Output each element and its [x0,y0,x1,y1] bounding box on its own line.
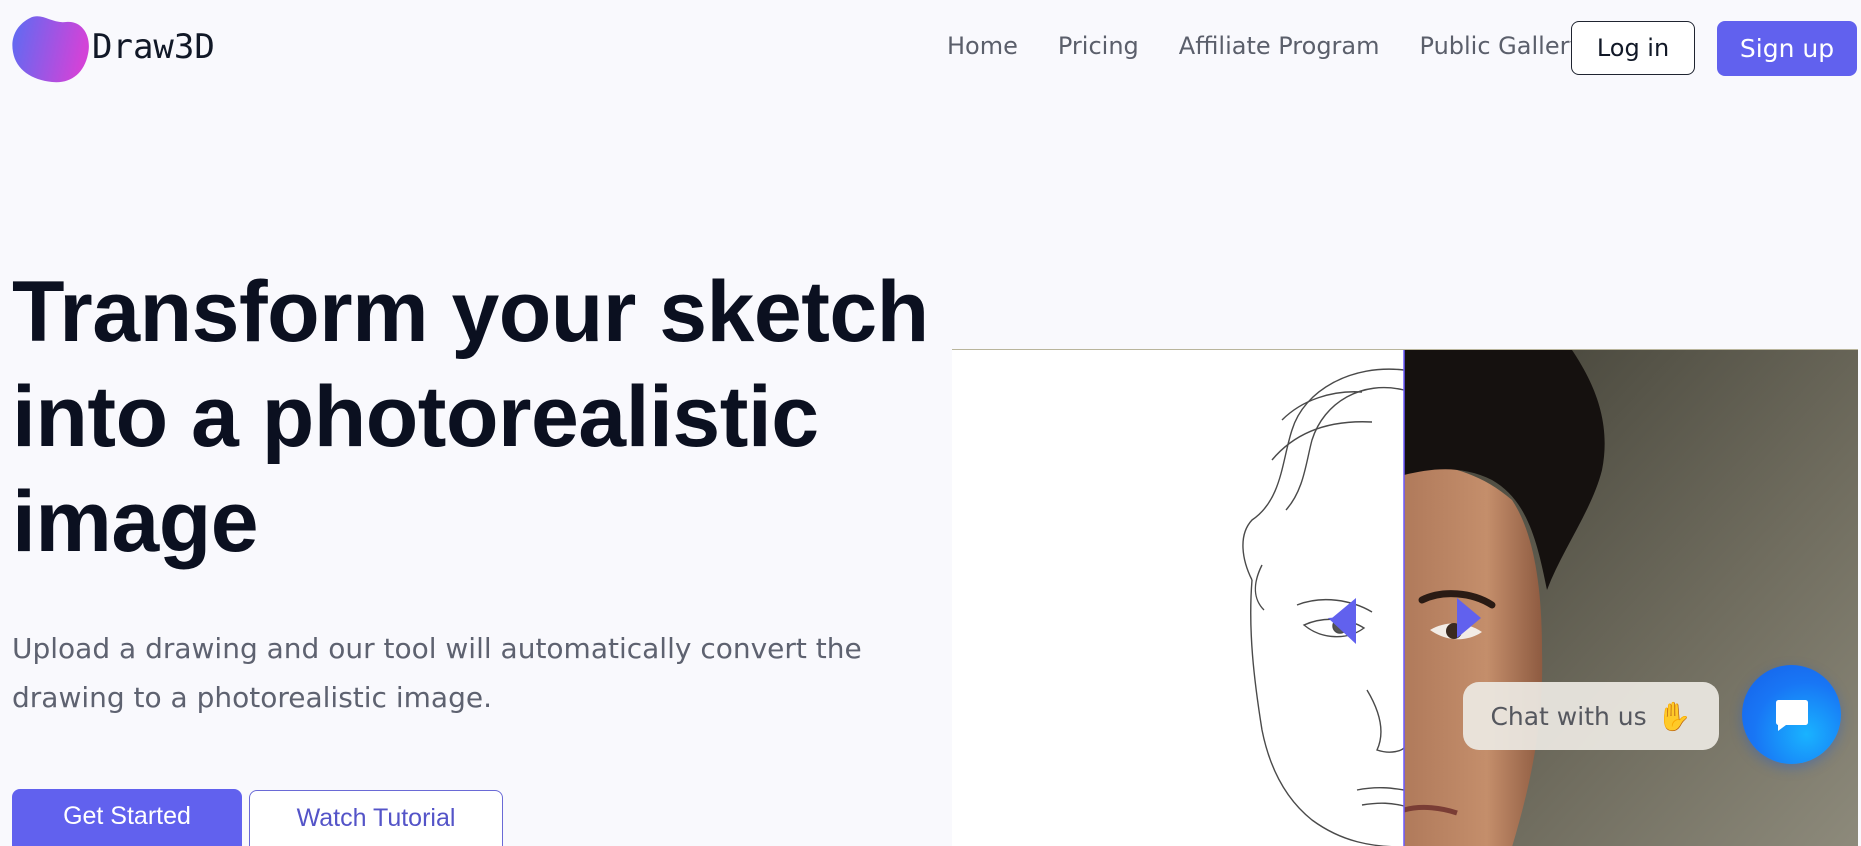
chat-prompt-bubble[interactable]: Chat with us ✋ [1463,682,1719,750]
get-started-label: Get Started [63,802,191,830]
chat-prompt-text: Chat with us [1490,701,1647,731]
nav-item-home[interactable]: Home [947,32,1018,60]
photo-face [1404,465,1543,846]
nav-item-pricing[interactable]: Pricing [1058,32,1139,60]
nav-item-public-gallery[interactable]: Public Gallery [1420,32,1584,60]
hero-title: Transform your sketch into a photorealis… [12,264,929,570]
signup-button[interactable]: Sign up [1717,21,1857,76]
sketch-photo-comparison[interactable] [952,349,1858,846]
landing-page: Draw3D Home Pricing Affiliate Program Pu… [0,0,1861,846]
chat-icon [1775,699,1808,731]
brand-name: Draw3D [92,27,215,67]
comparison-image [952,350,1858,846]
waving-hand-icon: ✋ [1656,699,1692,733]
get-started-button[interactable]: Get Started [12,789,242,846]
nav-item-affiliate-program[interactable]: Affiliate Program [1179,32,1380,60]
chat-launcher-button[interactable] [1742,665,1841,764]
watch-tutorial-label: Watch Tutorial [296,803,456,832]
hero-subtitle: Upload a drawing and our tool will autom… [12,632,862,714]
login-button[interactable]: Log in [1571,21,1695,75]
watch-tutorial-button[interactable]: Watch Tutorial [249,790,503,846]
main-nav: Home Pricing Affiliate Program Public Ga… [947,32,1584,60]
purple-blob-icon [12,16,89,83]
brand-logo[interactable]: Draw3D [12,14,215,84]
